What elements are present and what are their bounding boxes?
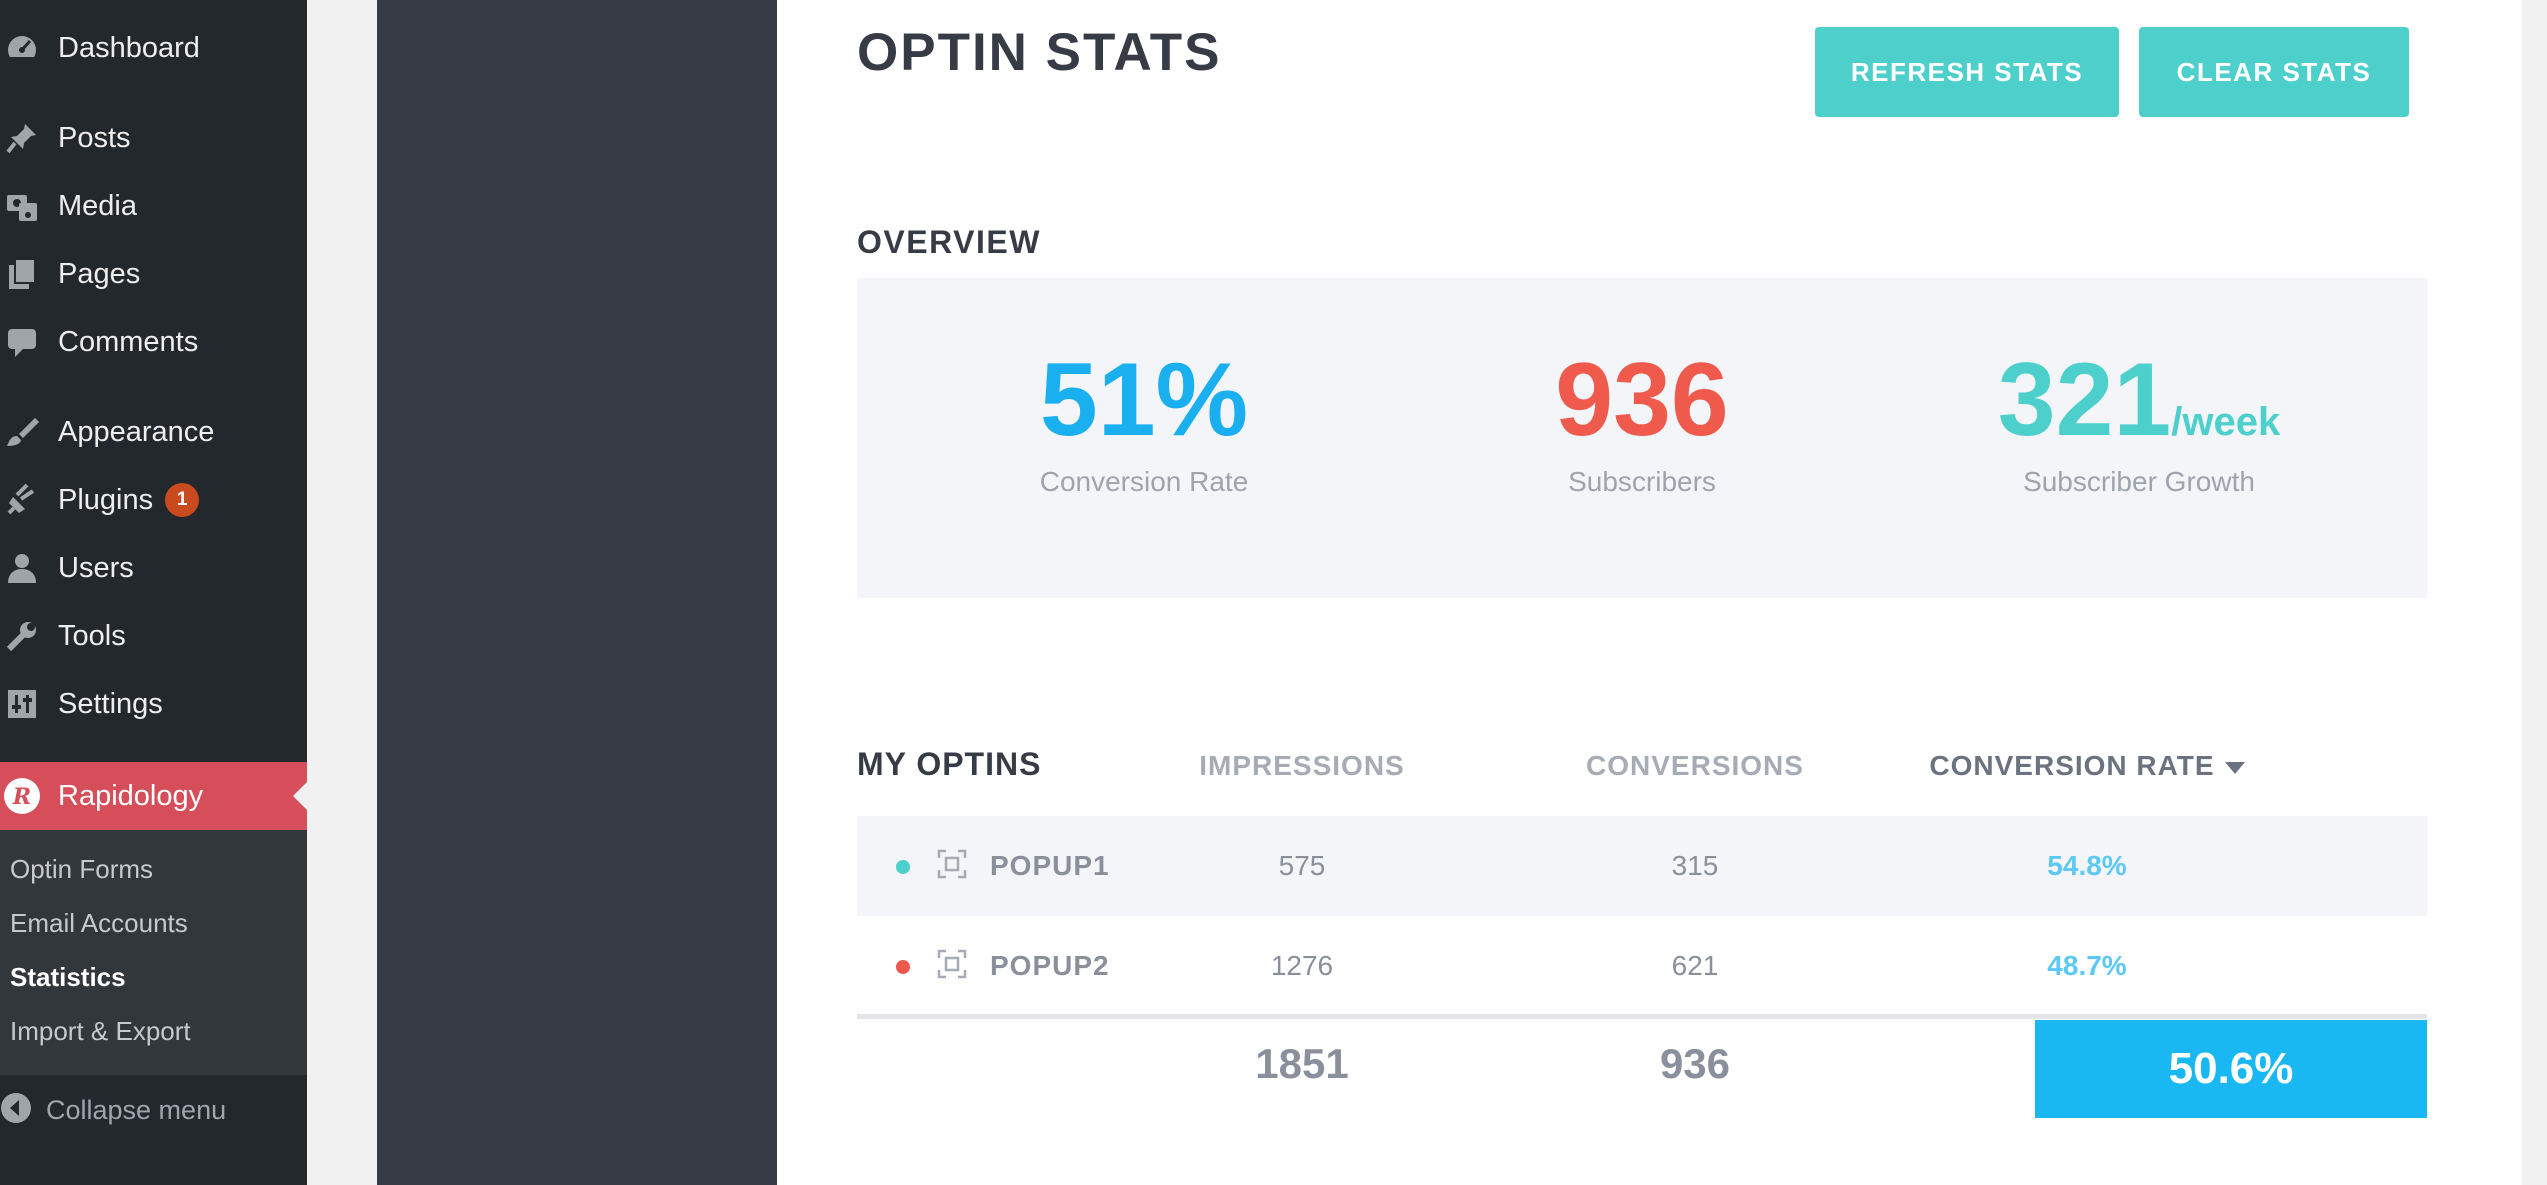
comment-icon — [2, 322, 42, 362]
paintbrush-icon — [2, 412, 42, 452]
optin-name[interactable]: POPUP2 — [990, 950, 1110, 982]
sidebar-item-label: Appearance — [58, 415, 215, 448]
plugin-nav-panel — [377, 0, 777, 1185]
impressions-column-header[interactable]: IMPRESSIONS — [1102, 750, 1502, 782]
sidebar-item-label: Pages — [58, 257, 141, 290]
sidebar-item-settings[interactable]: Settings — [0, 674, 307, 734]
overview-panel: 51% Conversion Rate 936 Subscribers 321/… — [857, 278, 2427, 598]
sidebar-item-plugins[interactable]: Plugins 1 — [0, 470, 307, 530]
sidebar-item-comments[interactable]: Comments — [0, 312, 307, 372]
sort-descending-icon — [2224, 761, 2245, 774]
popup-type-icon — [937, 849, 967, 879]
sidebar-item-tools[interactable]: Tools — [0, 606, 307, 666]
sidebar-item-label: Dashboard — [58, 31, 200, 64]
media-icon — [2, 186, 42, 226]
collapse-arrow-icon — [0, 1092, 32, 1129]
clear-stats-button[interactable]: CLEAR STATS — [2139, 27, 2409, 117]
subscribers-label: Subscribers — [1568, 466, 1716, 497]
rapidology-submenu: Optin Forms Email Accounts Statistics Im… — [0, 830, 307, 1075]
svg-text:R: R — [12, 784, 31, 810]
right-gutter — [2522, 0, 2547, 1185]
impressions-cell: 575 — [1278, 850, 1326, 881]
conversions-column-header[interactable]: CONVERSIONS — [1495, 750, 1895, 782]
submenu-item-email-accounts[interactable]: Email Accounts — [10, 908, 188, 939]
active-indicator-arrow — [293, 782, 307, 810]
total-conversions: 936 — [1659, 1040, 1731, 1087]
status-dot-icon — [896, 960, 910, 974]
sidebar-item-label: Users — [58, 551, 134, 584]
subscribers-value: 936 — [1555, 342, 1729, 458]
pages-icon — [2, 254, 42, 294]
table-row[interactable]: POPUP1 575 315 54.8% — [857, 816, 2427, 916]
submenu-item-import-export[interactable]: Import & Export — [10, 1016, 191, 1047]
subscribers-stat: 936 Subscribers — [1442, 348, 1842, 498]
subscriber-growth-label: Subscriber Growth — [2023, 466, 2255, 497]
conversion-rate-cell: 54.8% — [2047, 850, 2127, 881]
sidebar-item-dashboard[interactable]: Dashboard — [0, 18, 307, 78]
total-impressions: 1851 — [1255, 1040, 1349, 1087]
conversion-rate-cell: 48.7% — [2047, 950, 2127, 981]
conversion-rate-value: 51% — [1039, 342, 1249, 458]
settings-icon — [2, 684, 42, 724]
page-title: OPTIN STATS — [857, 23, 1222, 82]
overview-heading: OVERVIEW — [857, 224, 1041, 260]
sidebar-item-label: Comments — [58, 325, 199, 358]
pin-icon — [2, 118, 42, 158]
update-count-badge: 1 — [165, 483, 200, 517]
my-optins-heading: MY OPTINS — [857, 746, 1042, 782]
sidebar-item-posts[interactable]: Posts — [0, 108, 307, 168]
admin-sidebar: Dashboard Posts Media Pages Comments App… — [0, 0, 307, 1185]
sidebar-item-appearance[interactable]: Appearance — [0, 402, 307, 462]
status-dot-icon — [896, 860, 910, 874]
sidebar-item-label: Media — [58, 189, 137, 222]
subscriber-growth-stat: 321/week Subscriber Growth — [1939, 348, 2339, 498]
collapse-menu-label: Collapse menu — [46, 1094, 227, 1125]
subscriber-growth-figure: 321/week — [1939, 348, 2339, 452]
collapse-menu-button[interactable]: Collapse menu — [0, 1085, 307, 1135]
plugin-icon — [2, 480, 42, 520]
sidebar-item-label: Rapidology — [58, 779, 204, 812]
rapidology-logo-icon: R — [2, 776, 42, 816]
refresh-stats-button[interactable]: REFRESH STATS — [1815, 27, 2119, 117]
impressions-cell: 1276 — [1270, 950, 1334, 981]
dashboard-icon — [2, 28, 42, 68]
table-row[interactable]: POPUP2 1276 621 48.7% — [857, 916, 2427, 1016]
submenu-item-optin-forms[interactable]: Optin Forms — [10, 854, 153, 885]
subscriber-growth-value: 321 — [1997, 342, 2172, 458]
conversion-rate-stat: 51% Conversion Rate — [944, 348, 1344, 498]
conversion-rate-header-label: CONVERSION RATE — [1929, 750, 2215, 781]
sidebar-item-label: Posts — [58, 121, 131, 154]
main-content: OPTIN STATS REFRESH STATS CLEAR STATS OV… — [777, 0, 2522, 1185]
user-icon — [2, 548, 42, 588]
sidebar-item-label: Plugins — [58, 483, 154, 516]
optin-name[interactable]: POPUP1 — [990, 850, 1110, 882]
submenu-item-statistics[interactable]: Statistics — [10, 962, 126, 993]
sidebar-item-media[interactable]: Media — [0, 176, 307, 236]
sidebar-item-users[interactable]: Users — [0, 538, 307, 598]
sidebar-item-rapidology[interactable]: R Rapidology — [0, 762, 307, 830]
totals-divider — [857, 1014, 2427, 1019]
conversions-cell: 315 — [1671, 850, 1719, 881]
subscriber-growth-unit: /week — [2171, 400, 2281, 444]
popup-type-icon — [937, 949, 967, 979]
wrench-icon — [2, 616, 42, 656]
total-conversion-rate: 50.6% — [2035, 1020, 2427, 1118]
conversion-rate-label: Conversion Rate — [1039, 466, 1249, 497]
sidebar-item-label: Tools — [58, 619, 126, 652]
conversions-cell: 621 — [1671, 950, 1719, 981]
conversion-rate-column-header[interactable]: CONVERSION RATE — [1887, 750, 2287, 782]
sidebar-item-pages[interactable]: Pages — [0, 244, 307, 304]
sidebar-item-label: Settings — [58, 687, 163, 720]
